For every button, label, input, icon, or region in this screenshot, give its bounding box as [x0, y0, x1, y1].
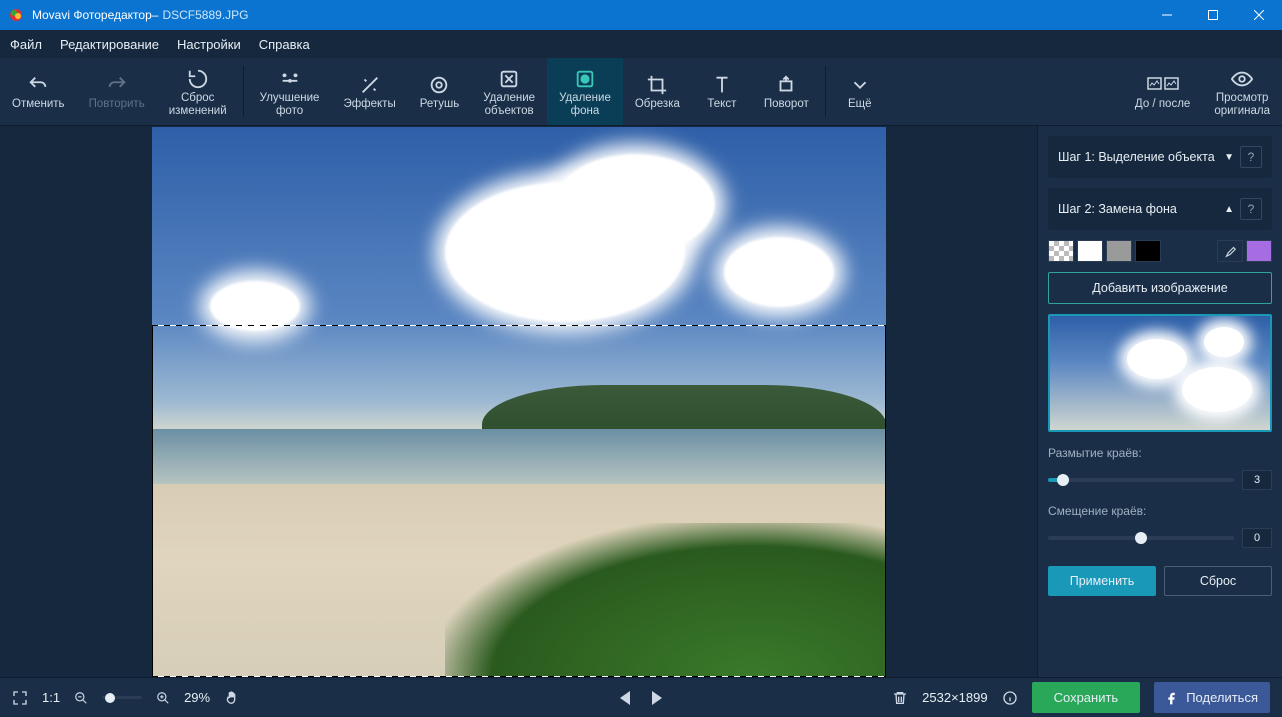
zoom-out-button[interactable] — [74, 691, 88, 705]
delete-objects-button[interactable]: Удаление объектов — [471, 58, 547, 125]
redo-button[interactable]: Повторить — [77, 58, 157, 125]
menu-help[interactable]: Справка — [259, 37, 310, 52]
info-button[interactable] — [1002, 690, 1018, 706]
chevron-down-icon: ▼ — [1224, 152, 1234, 163]
zoom-in-button[interactable] — [156, 691, 170, 705]
facebook-icon — [1166, 691, 1180, 705]
prev-image-button[interactable] — [620, 691, 632, 705]
toolbar: Отменить Повторить Сброс изменений Улучш… — [0, 58, 1282, 126]
add-image-button[interactable]: Добавить изображение — [1048, 272, 1272, 304]
blur-value[interactable]: 3 — [1242, 470, 1272, 490]
background-thumbnail[interactable] — [1048, 314, 1272, 432]
share-button[interactable]: Поделиться — [1154, 682, 1270, 713]
next-image-button[interactable] — [650, 691, 662, 705]
blur-slider[interactable] — [1048, 478, 1234, 482]
right-panel: Шаг 1: Выделение объекта ▼ ? Шаг 2: Заме… — [1037, 126, 1282, 677]
canvas-area[interactable] — [0, 126, 1037, 677]
swatch-grey[interactable] — [1106, 240, 1132, 262]
swatch-black[interactable] — [1135, 240, 1161, 262]
menu-file[interactable]: Файл — [10, 37, 42, 52]
retouch-button[interactable]: Ретушь — [408, 58, 472, 125]
scale-11-button[interactable]: 1:1 — [42, 690, 60, 705]
photo-preview — [152, 127, 886, 677]
before-after-button[interactable]: До / после — [1123, 58, 1202, 125]
more-button[interactable]: Ещё — [830, 58, 890, 125]
trash-button[interactable] — [892, 690, 908, 706]
toolbar-separator — [243, 66, 244, 117]
undo-button[interactable]: Отменить — [0, 58, 77, 125]
close-button[interactable] — [1236, 0, 1282, 30]
hand-tool-button[interactable] — [224, 690, 240, 706]
offset-value[interactable]: 0 — [1242, 528, 1272, 548]
effects-button[interactable]: Эффекты — [331, 58, 407, 125]
titlebar: Movavi Фоторедактор – DSCF5889.JPG — [0, 0, 1282, 30]
rotate-button[interactable]: Поворот — [752, 58, 821, 125]
app-logo-icon — [8, 7, 24, 23]
apply-button[interactable]: Применить — [1048, 566, 1156, 596]
zoom-slider[interactable] — [102, 696, 142, 699]
workspace: Шаг 1: Выделение объекта ▼ ? Шаг 2: Заме… — [0, 126, 1282, 677]
text-button[interactable]: Текст — [692, 58, 752, 125]
toolbar-separator — [825, 66, 826, 117]
offset-slider[interactable] — [1048, 536, 1234, 540]
app-title: Movavi Фоторедактор — [32, 8, 152, 22]
minimize-button[interactable] — [1144, 0, 1190, 30]
step-2-header[interactable]: Шаг 2: Замена фона ▲ ? — [1048, 188, 1272, 230]
step-1-header[interactable]: Шаг 1: Выделение объекта ▼ ? — [1048, 136, 1272, 178]
reset-button[interactable]: Сброс — [1164, 566, 1272, 596]
swatch-transparent[interactable] — [1048, 240, 1074, 262]
crop-button[interactable]: Обрезка — [623, 58, 692, 125]
menubar: Файл Редактирование Настройки Справка — [0, 30, 1282, 58]
image-dimensions: 2532×1899 — [922, 690, 987, 705]
menu-settings[interactable]: Настройки — [177, 37, 241, 52]
zoom-percent: 29% — [184, 690, 210, 705]
delete-background-button[interactable]: Удаление фона — [547, 58, 623, 125]
maximize-button[interactable] — [1190, 0, 1236, 30]
reset-changes-button[interactable]: Сброс изменений — [157, 58, 239, 125]
swatch-white[interactable] — [1077, 240, 1103, 262]
file-name: DSCF5889.JPG — [162, 8, 248, 22]
offset-label: Смещение краёв: — [1048, 504, 1272, 518]
title-separator: – — [152, 8, 159, 22]
swatch-custom-color[interactable] — [1246, 240, 1272, 262]
eyedropper-button[interactable] — [1217, 240, 1243, 262]
background-swatches — [1048, 240, 1272, 262]
step-2-help-button[interactable]: ? — [1240, 198, 1262, 220]
blur-label: Размытие краёв: — [1048, 446, 1272, 460]
step-1-help-button[interactable]: ? — [1240, 146, 1262, 168]
view-original-button[interactable]: Просмотр оригинала — [1202, 58, 1282, 125]
fullscreen-button[interactable] — [12, 690, 28, 706]
enhance-button[interactable]: Улучшение фото — [248, 58, 332, 125]
chevron-up-icon: ▲ — [1224, 204, 1234, 215]
save-button[interactable]: Сохранить — [1032, 682, 1141, 713]
statusbar: 1:1 29% 2532×1899 Сохранить Поделиться — [0, 677, 1282, 717]
menu-edit[interactable]: Редактирование — [60, 37, 159, 52]
